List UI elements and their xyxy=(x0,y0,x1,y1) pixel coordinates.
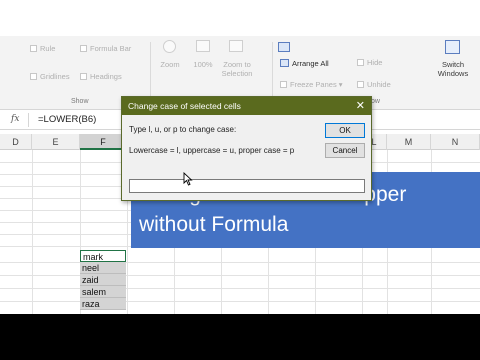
dialog-prompt: Type l, u, or p to change case: xyxy=(129,125,237,134)
new-window-icon xyxy=(278,42,290,52)
gridline xyxy=(0,288,480,289)
gridlines-label: Gridlines xyxy=(40,72,70,81)
formula-bar-checkbox[interactable]: Formula Bar xyxy=(80,44,131,53)
freeze-panes-label: Freeze Panes xyxy=(290,80,337,89)
ruler-checkbox[interactable]: Rule xyxy=(30,44,55,53)
formula-bar-label: Formula Bar xyxy=(90,44,132,53)
hide-label: Hide xyxy=(367,58,383,67)
change-case-dialog: Change case of selected cells ✕ Type l, … xyxy=(121,96,372,201)
column-header-N[interactable]: N xyxy=(431,134,480,150)
cell-F8[interactable]: zaid xyxy=(80,274,126,286)
mouse-cursor-icon xyxy=(183,172,193,186)
switch-windows-label: Switch Windows xyxy=(437,60,469,78)
gridlines-checkbox[interactable]: Gridlines xyxy=(30,72,70,81)
cell-F6[interactable]: mark xyxy=(80,250,126,262)
unhide-icon xyxy=(357,81,364,88)
fx-icon[interactable]: fx xyxy=(11,114,19,124)
column-header-M[interactable]: M xyxy=(387,134,431,150)
ok-button[interactable]: OK xyxy=(325,123,365,138)
video-frame: Rule Formula Bar Gridlines Headings Show… xyxy=(0,0,480,360)
gridline xyxy=(0,275,480,276)
cell-F7[interactable]: neel xyxy=(80,262,126,274)
close-icon[interactable]: ✕ xyxy=(356,99,365,113)
switch-windows-icon xyxy=(445,40,460,54)
column-header-D[interactable]: D xyxy=(0,134,32,150)
column-header-E[interactable]: E xyxy=(32,134,80,150)
hide-icon xyxy=(357,59,364,66)
zoom-selection-label: Zoom to Selection xyxy=(221,60,253,78)
unhide-button[interactable]: Unhide xyxy=(357,80,391,89)
cancel-button[interactable]: Cancel xyxy=(325,143,365,158)
cell-F10[interactable]: raza xyxy=(80,298,126,310)
zoom-selection-icon xyxy=(229,40,243,52)
ruler-label: Rule xyxy=(40,44,56,53)
dialog-titlebar[interactable]: Change case of selected cells ✕ xyxy=(122,97,371,115)
formula-input[interactable]: =LOWER(B6) xyxy=(38,114,96,125)
arrange-all-button[interactable]: Arrange All xyxy=(280,59,329,68)
case-input[interactable] xyxy=(129,179,365,193)
dialog-info: Lowercase = l, uppercase = u, proper cas… xyxy=(129,146,295,155)
freeze-panes-icon xyxy=(280,81,287,88)
headings-checkbox[interactable]: Headings xyxy=(80,72,122,81)
arrange-all-label: Arrange All xyxy=(292,59,329,68)
zoom-label: Zoom xyxy=(160,60,180,69)
ribbon-separator xyxy=(272,42,273,98)
hundred-icon xyxy=(196,40,210,52)
magnifier-icon xyxy=(163,40,176,53)
formula-separator xyxy=(28,113,29,127)
group-label-window: ow xyxy=(371,98,380,105)
column-header-F[interactable]: F xyxy=(80,134,127,150)
arrange-all-icon xyxy=(280,59,289,67)
cell-F9[interactable]: salem xyxy=(80,286,126,298)
ribbon-separator xyxy=(150,42,151,98)
excel-window: Rule Formula Bar Gridlines Headings Show… xyxy=(0,0,480,314)
hide-button[interactable]: Hide xyxy=(357,58,382,67)
gridline xyxy=(0,262,480,263)
group-label-show: Show xyxy=(71,98,89,105)
dialog-title: Change case of selected cells xyxy=(128,101,241,111)
banner-line-2: without Formula xyxy=(139,213,289,236)
chevron-down-icon: ▾ xyxy=(336,80,343,89)
gridline xyxy=(0,301,480,302)
freeze-panes-button[interactable]: Freeze Panes ▾ xyxy=(280,80,343,89)
selected-range[interactable]: mark neel zaid salem raza xyxy=(80,250,126,310)
headings-label: Headings xyxy=(90,72,122,81)
unhide-label: Unhide xyxy=(367,80,391,89)
hundred-label: 100% xyxy=(193,60,213,69)
